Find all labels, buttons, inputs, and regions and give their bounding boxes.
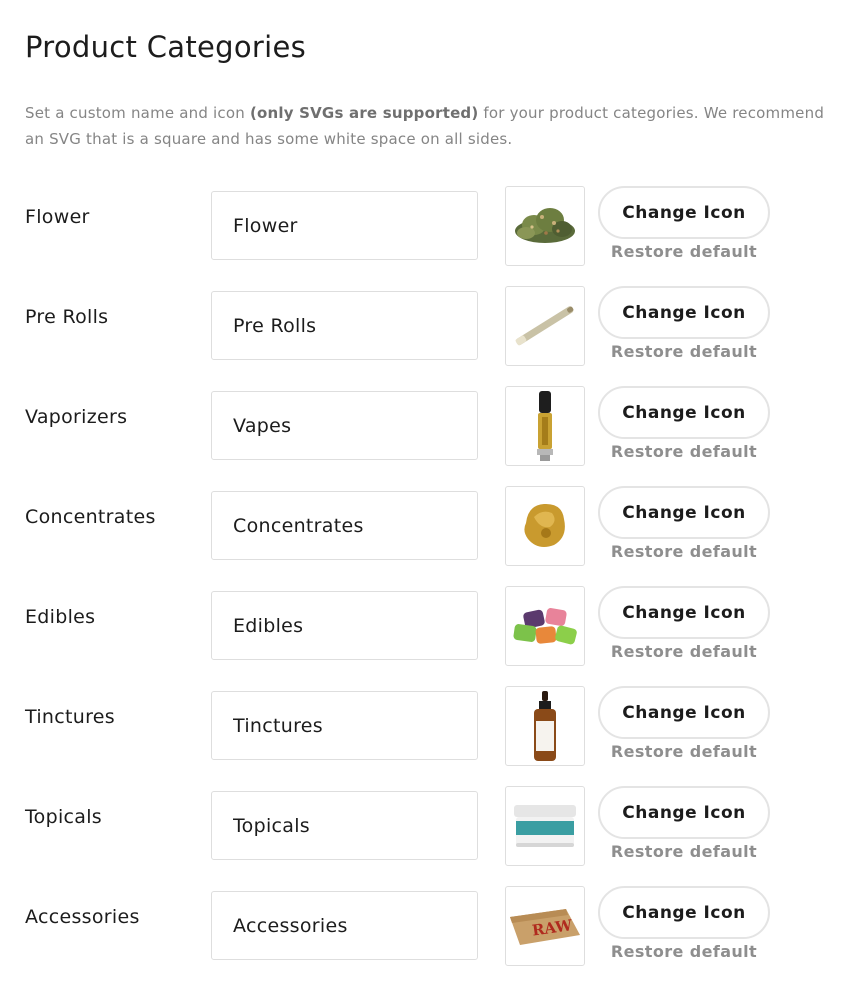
change-icon-button[interactable]: Change Icon: [598, 286, 770, 339]
category-row: Pre Rolls Change Icon Restore default: [0, 286, 860, 386]
category-icon-preview: RAW: [505, 886, 585, 966]
rolling-papers-icon: RAW: [510, 909, 580, 945]
restore-default-link[interactable]: Restore default: [598, 642, 770, 661]
restore-default-link[interactable]: Restore default: [598, 842, 770, 861]
category-label: Pre Rolls: [25, 306, 109, 328]
category-row: Topicals Change Icon Restore default: [0, 786, 860, 886]
category-row: Edibles Change Icon Restore default: [0, 586, 860, 686]
page-title: Product Categories: [25, 30, 307, 64]
page-description: Set a custom name and icon (only SVGs ar…: [25, 104, 825, 148]
flower-bud-icon: [515, 208, 575, 243]
category-row: Vaporizers Change Icon Restore default: [0, 386, 860, 486]
svg-note: (only SVGs are supported): [249, 104, 479, 122]
change-icon-button[interactable]: Change Icon: [598, 686, 770, 739]
restore-default-link[interactable]: Restore default: [598, 942, 770, 961]
change-icon-button[interactable]: Change Icon: [598, 586, 770, 639]
category-row: Flower Change Icon Restore default: [0, 186, 860, 286]
category-label: Tinctures: [25, 706, 115, 728]
category-name-input[interactable]: [211, 891, 478, 960]
change-icon-button[interactable]: Change Icon: [598, 386, 770, 439]
category-name-input[interactable]: [211, 291, 478, 360]
change-icon-button[interactable]: Change Icon: [598, 486, 770, 539]
category-name-input[interactable]: [211, 591, 478, 660]
topical-jar-icon: [514, 805, 576, 847]
restore-default-link[interactable]: Restore default: [598, 242, 770, 261]
change-icon-button[interactable]: Change Icon: [598, 786, 770, 839]
category-name-input[interactable]: [211, 691, 478, 760]
category-icon-preview: [505, 386, 585, 466]
category-label: Concentrates: [25, 506, 156, 528]
category-label: Vaporizers: [25, 406, 128, 428]
category-icon-preview: [505, 186, 585, 266]
category-name-input[interactable]: [211, 391, 478, 460]
category-name-input[interactable]: [211, 191, 478, 260]
category-name-input[interactable]: [211, 791, 478, 860]
category-row: Accessories RAW Change Icon Restore defa…: [0, 886, 860, 986]
category-name-input[interactable]: [211, 491, 478, 560]
tincture-bottle-icon: [534, 691, 556, 761]
category-row: Concentrates Change Icon Restore default: [0, 486, 860, 586]
category-list: Flower Change Icon Restore default Pre R…: [0, 186, 860, 986]
restore-default-link[interactable]: Restore default: [598, 542, 770, 561]
vape-cartridge-icon: [537, 391, 553, 461]
category-icon-preview: [505, 286, 585, 366]
category-icon-preview: [505, 586, 585, 666]
restore-default-link[interactable]: Restore default: [598, 442, 770, 461]
category-label: Edibles: [25, 606, 96, 628]
pre-roll-icon: [515, 306, 574, 346]
gummies-icon: [513, 608, 577, 645]
category-row: Tinctures Change Icon Restore default: [0, 686, 860, 786]
restore-default-link[interactable]: Restore default: [598, 742, 770, 761]
concentrate-icon: [524, 503, 565, 547]
restore-default-link[interactable]: Restore default: [598, 342, 770, 361]
category-label: Accessories: [25, 906, 140, 928]
category-icon-preview: [505, 486, 585, 566]
category-icon-preview: [505, 686, 585, 766]
change-icon-button[interactable]: Change Icon: [598, 886, 770, 939]
change-icon-button[interactable]: Change Icon: [598, 186, 770, 239]
category-label: Flower: [25, 206, 90, 228]
category-icon-preview: [505, 786, 585, 866]
category-label: Topicals: [25, 806, 103, 828]
